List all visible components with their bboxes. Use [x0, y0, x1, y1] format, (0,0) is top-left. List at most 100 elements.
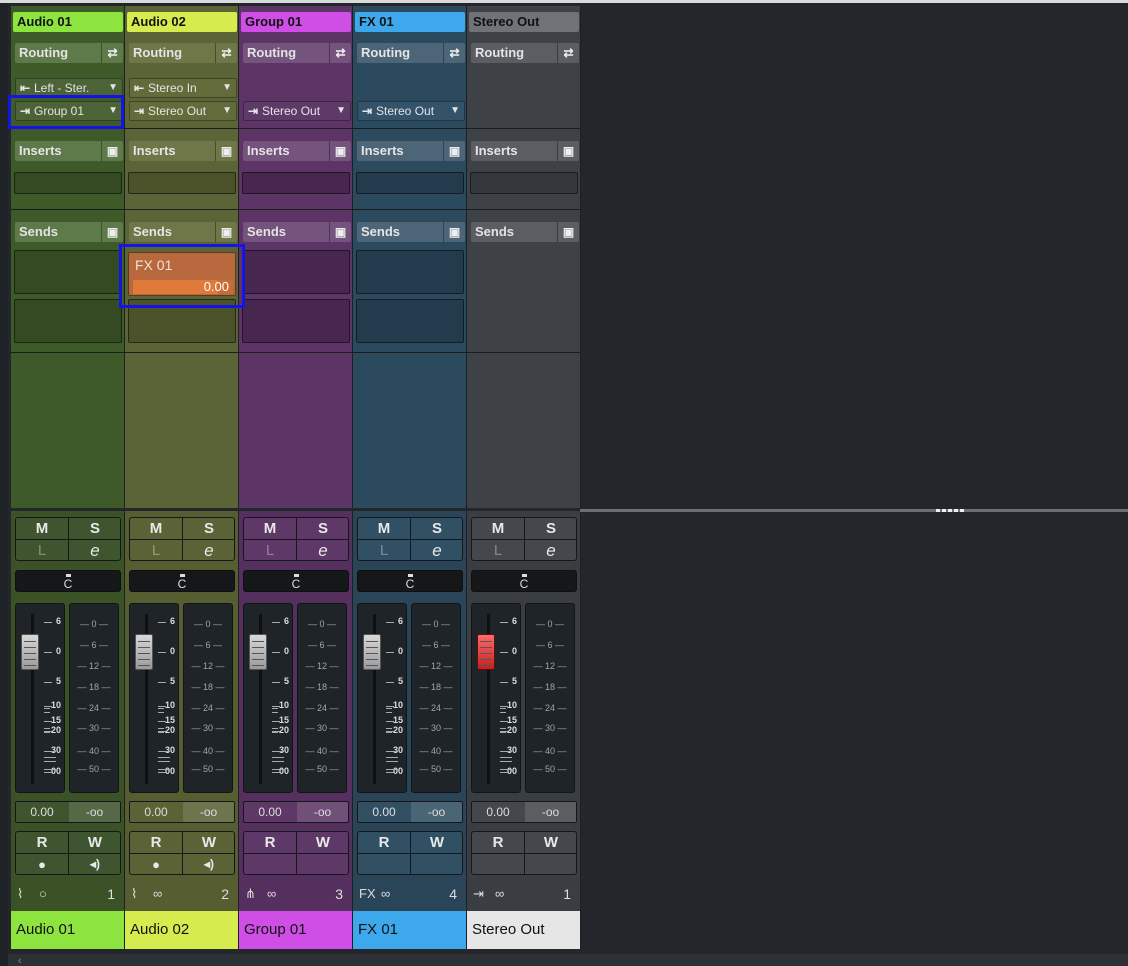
- solo-button[interactable]: S: [525, 518, 577, 539]
- volume-readout[interactable]: 0.00 -oo: [243, 801, 349, 823]
- send-slot[interactable]: [242, 299, 350, 343]
- inserts-toggle-icon[interactable]: ▣: [329, 141, 351, 161]
- routing-toggle-icon[interactable]: ⇄: [101, 43, 123, 63]
- volume-fader[interactable]: 6 0 5 10 15 20 30 00: [357, 603, 407, 793]
- channel-footer-name[interactable]: Audio 01: [11, 911, 125, 949]
- volume-value[interactable]: 0.00: [358, 802, 410, 822]
- output-routing-dropdown[interactable]: ⇥ Stereo Out ▼: [129, 101, 237, 121]
- volume-fader[interactable]: 6 0 5 10 15 20 30 00: [471, 603, 521, 793]
- input-routing-dropdown[interactable]: ⇤ Stereo In ▼: [129, 78, 237, 98]
- listen-button[interactable]: L: [16, 540, 68, 561]
- inserts-toggle-icon[interactable]: ▣: [557, 141, 579, 161]
- pan-control[interactable]: C: [357, 570, 463, 592]
- edit-channel-button[interactable]: e: [411, 540, 463, 561]
- read-automation-button[interactable]: R: [358, 832, 410, 853]
- routing-toggle-icon[interactable]: ⇄: [215, 43, 237, 63]
- sends-toggle-icon[interactable]: ▣: [329, 222, 351, 242]
- edit-channel-button[interactable]: e: [69, 540, 121, 561]
- solo-button[interactable]: S: [183, 518, 235, 539]
- mute-button[interactable]: M: [472, 518, 524, 539]
- monitor-icon[interactable]: ◂): [69, 854, 121, 875]
- channel-name-tab[interactable]: Stereo Out: [469, 12, 579, 32]
- fader-handle[interactable]: [249, 634, 267, 670]
- volume-readout[interactable]: 0.00 -oo: [471, 801, 577, 823]
- send-level-slider[interactable]: 0.00: [133, 280, 233, 294]
- peak-value[interactable]: -oo: [69, 802, 120, 822]
- link-icon[interactable]: ∞: [267, 886, 276, 901]
- inserts-header[interactable]: Inserts ▣: [15, 141, 123, 161]
- horizontal-scrollbar[interactable]: ‹: [8, 954, 1128, 966]
- inserts-toggle-icon[interactable]: ▣: [101, 141, 123, 161]
- mute-button[interactable]: M: [244, 518, 296, 539]
- link-icon[interactable]: ∞: [153, 886, 162, 901]
- edit-channel-button[interactable]: e: [183, 540, 235, 561]
- send-slot-fx01[interactable]: FX 01 0.00: [128, 252, 236, 296]
- volume-readout[interactable]: 0.00 -oo: [129, 801, 235, 823]
- sends-header[interactable]: Sends ▣: [357, 222, 465, 242]
- solo-button[interactable]: S: [297, 518, 349, 539]
- link-icon[interactable]: ∞: [495, 886, 504, 901]
- routing-header[interactable]: Routing ⇄: [243, 43, 351, 63]
- output-routing-dropdown[interactable]: ⇥ Stereo Out ▼: [243, 101, 351, 121]
- write-automation-button[interactable]: W: [69, 832, 121, 853]
- read-automation-button[interactable]: R: [472, 832, 524, 853]
- write-automation-button[interactable]: W: [183, 832, 235, 853]
- write-automation-button[interactable]: W: [297, 832, 349, 853]
- read-automation-button[interactable]: R: [16, 832, 68, 853]
- sends-header[interactable]: Sends ▣: [129, 222, 237, 242]
- edit-channel-button[interactable]: e: [297, 540, 349, 561]
- scroll-left-icon[interactable]: ‹: [18, 954, 22, 966]
- insert-slot[interactable]: [356, 172, 464, 194]
- volume-readout[interactable]: 0.00 -oo: [15, 801, 121, 823]
- splitter-handle[interactable]: [936, 509, 966, 512]
- mute-button[interactable]: M: [358, 518, 410, 539]
- insert-slot[interactable]: [470, 172, 578, 194]
- link-icon[interactable]: ∞: [381, 886, 390, 901]
- channel-footer-name[interactable]: Audio 02: [125, 911, 239, 949]
- pan-control[interactable]: C: [15, 570, 121, 592]
- pan-control[interactable]: C: [471, 570, 577, 592]
- routing-header[interactable]: Routing ⇄: [129, 43, 237, 63]
- fader-handle[interactable]: [135, 634, 153, 670]
- volume-value[interactable]: 0.00: [244, 802, 296, 822]
- pan-control[interactable]: C: [129, 570, 235, 592]
- fader-handle[interactable]: [363, 634, 381, 670]
- output-routing-dropdown[interactable]: ⇥ Group 01 ▼: [15, 101, 123, 121]
- send-slot[interactable]: [14, 250, 122, 294]
- channel-name-tab[interactable]: Group 01: [241, 12, 351, 32]
- peak-value[interactable]: -oo: [297, 802, 348, 822]
- inserts-header[interactable]: Inserts ▣: [357, 141, 465, 161]
- record-enable-icon[interactable]: ●: [130, 854, 182, 875]
- volume-value[interactable]: 0.00: [472, 802, 524, 822]
- volume-fader[interactable]: 6 0 5 10 15 20 30 00: [15, 603, 65, 793]
- sends-toggle-icon[interactable]: ▣: [215, 222, 237, 242]
- solo-button[interactable]: S: [69, 518, 121, 539]
- read-automation-button[interactable]: R: [244, 832, 296, 853]
- volume-value[interactable]: 0.00: [130, 802, 182, 822]
- routing-toggle-icon[interactable]: ⇄: [557, 43, 579, 63]
- routing-header[interactable]: Routing ⇄: [15, 43, 123, 63]
- mute-button[interactable]: M: [16, 518, 68, 539]
- fader-handle[interactable]: [21, 634, 39, 670]
- channel-name-tab[interactable]: Audio 01: [13, 12, 123, 32]
- inserts-toggle-icon[interactable]: ▣: [443, 141, 465, 161]
- edit-channel-button[interactable]: e: [525, 540, 577, 561]
- routing-header[interactable]: Routing ⇄: [471, 43, 579, 63]
- send-slot[interactable]: [242, 250, 350, 294]
- mute-button[interactable]: M: [130, 518, 182, 539]
- volume-readout[interactable]: 0.00 -oo: [357, 801, 463, 823]
- sends-toggle-icon[interactable]: ▣: [557, 222, 579, 242]
- inserts-toggle-icon[interactable]: ▣: [215, 141, 237, 161]
- send-slot[interactable]: [14, 299, 122, 343]
- send-slot[interactable]: [356, 299, 464, 343]
- routing-toggle-icon[interactable]: ⇄: [329, 43, 351, 63]
- inserts-header[interactable]: Inserts ▣: [129, 141, 237, 161]
- pan-control[interactable]: C: [243, 570, 349, 592]
- listen-button[interactable]: L: [130, 540, 182, 561]
- volume-fader[interactable]: 6 0 5 10 15 20 30 00: [129, 603, 179, 793]
- write-automation-button[interactable]: W: [411, 832, 463, 853]
- monitor-icon[interactable]: ◂): [183, 854, 235, 875]
- fader-handle[interactable]: [477, 634, 495, 670]
- sends-toggle-icon[interactable]: ▣: [101, 222, 123, 242]
- peak-value[interactable]: -oo: [525, 802, 576, 822]
